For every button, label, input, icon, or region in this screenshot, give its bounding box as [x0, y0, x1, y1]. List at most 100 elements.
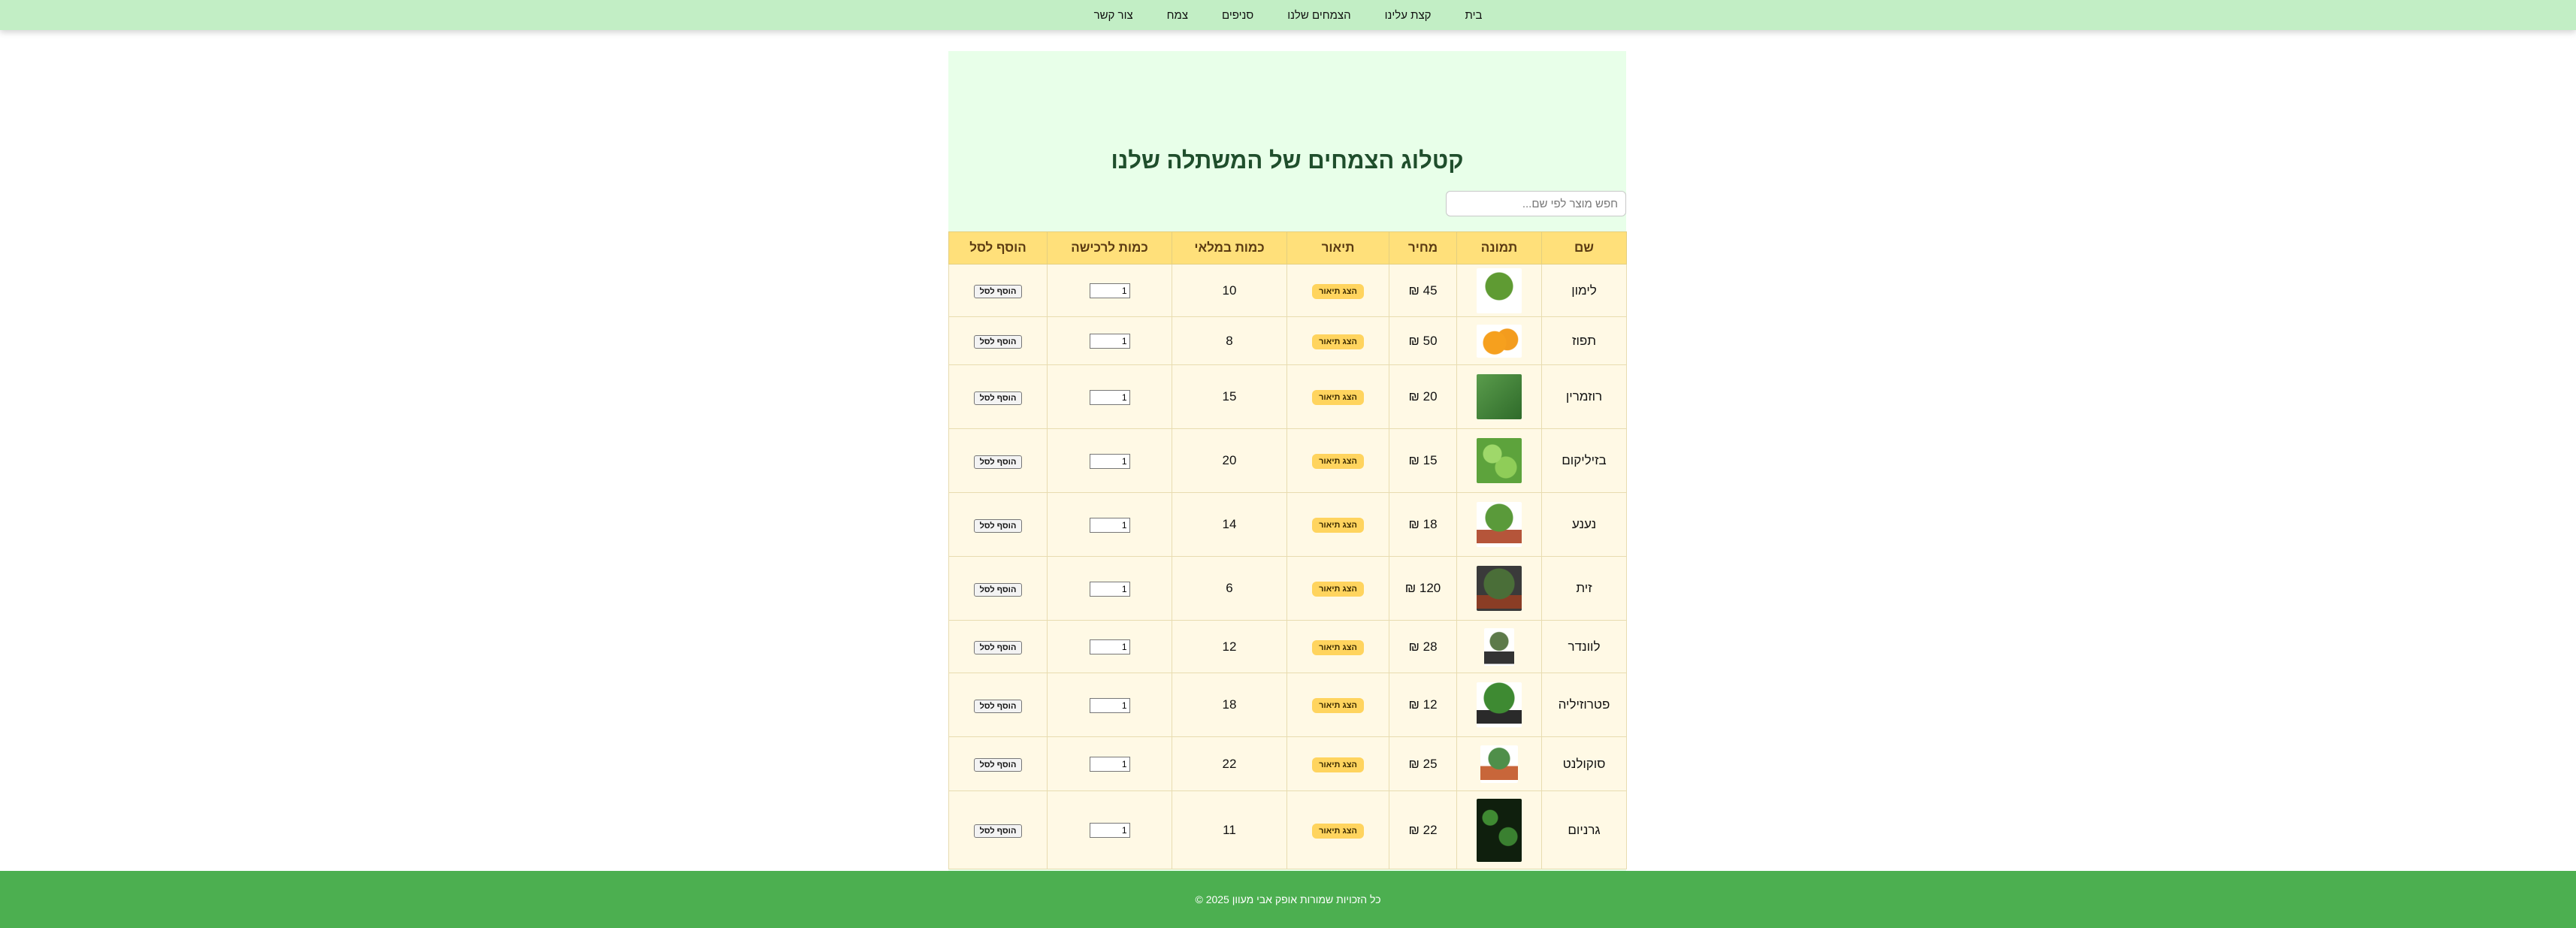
products-table: שם תמונה מחיר תיאור כמות במלאי כמות לרכי…	[948, 231, 1627, 869]
top-navigation: בית קצת עלינו הצמחים שלנו סניפים צמח צור…	[0, 0, 2576, 30]
product-price: 15 ₪	[1389, 428, 1457, 493]
add-to-cart-button[interactable]: הוסף לסל	[973, 335, 1023, 349]
nav-contact[interactable]: צור קשר	[1094, 9, 1133, 22]
quantity-input[interactable]	[1089, 639, 1130, 654]
header-price: מחיר	[1389, 231, 1457, 264]
add-to-cart-button[interactable]: הוסף לסל	[973, 518, 1023, 533]
show-description-button[interactable]: הצג תיאור	[1312, 390, 1364, 405]
product-price: 120 ₪	[1389, 556, 1457, 621]
show-description-button[interactable]: הצג תיאור	[1312, 454, 1364, 469]
product-name: לוונדר	[1541, 620, 1627, 673]
product-name: גרניום	[1541, 790, 1627, 869]
product-stock: 14	[1172, 492, 1287, 557]
product-price: 18 ₪	[1389, 492, 1457, 557]
nav-our-plants[interactable]: הצמחים שלנו	[1287, 9, 1350, 22]
search-input[interactable]	[1446, 191, 1626, 216]
header-image: תמונה	[1456, 231, 1542, 264]
page-footer: כל הזכויות שמורות אופק אבי מעוון 2025 ©	[0, 871, 2576, 928]
olive-tree-icon	[1477, 566, 1522, 611]
succulent-icon	[1480, 745, 1518, 783]
product-price: 45 ₪	[1389, 264, 1457, 317]
table-row: זית 120 ₪ הצג תיאור 6 הוסף לסל	[948, 556, 1627, 621]
add-to-cart-button[interactable]: הוסף לסל	[973, 285, 1023, 298]
show-description-button[interactable]: הצג תיאור	[1312, 823, 1364, 839]
table-row: לימון 45 ₪ הצג תיאור 10 הוסף לסל	[948, 264, 1627, 317]
product-name: בזיליקום	[1541, 428, 1627, 493]
table-row: לוונדר 28 ₪ הצג תיאור 12 הוסף לסל	[948, 620, 1627, 673]
add-to-cart-button[interactable]: הוסף לסל	[973, 758, 1023, 772]
copyright-text: כל הזכויות שמורות אופק אבי מעוון 2025 ©	[1195, 893, 1381, 905]
geranium-icon	[1477, 798, 1522, 862]
add-to-cart-button[interactable]: הוסף לסל	[973, 455, 1023, 469]
add-to-cart-button[interactable]: הוסף לסל	[973, 641, 1023, 654]
quantity-input[interactable]	[1089, 453, 1130, 469]
product-name: רוזמרין	[1541, 364, 1627, 429]
table-row: תפוז 50 ₪ הצג תיאור 8 הוסף לסל	[948, 316, 1627, 365]
quantity-input[interactable]	[1089, 389, 1130, 405]
parsley-icon	[1477, 682, 1522, 727]
quantity-input[interactable]	[1089, 517, 1130, 533]
product-stock: 15	[1172, 364, 1287, 429]
quantity-input[interactable]	[1089, 757, 1130, 772]
product-name: נענע	[1541, 492, 1627, 557]
product-stock: 6	[1172, 556, 1287, 621]
show-description-button[interactable]: הצג תיאור	[1312, 283, 1364, 299]
product-name: לימון	[1541, 264, 1627, 317]
product-price: 25 ₪	[1389, 736, 1457, 791]
lemon-tree-icon	[1477, 268, 1522, 313]
catalog-panel: קטלוג הצמחים של המשתלה שלנו שם תמונה מחי…	[948, 51, 1627, 878]
orange-fruit-icon	[1477, 324, 1522, 358]
product-stock: 12	[1172, 620, 1287, 673]
product-price: 20 ₪	[1389, 364, 1457, 429]
header-description: תיאור	[1286, 231, 1389, 264]
product-name: תפוז	[1541, 316, 1627, 365]
add-to-cart-button[interactable]: הוסף לסל	[973, 699, 1023, 713]
show-description-button[interactable]: הצג תיאור	[1312, 757, 1364, 772]
show-description-button[interactable]: הצג תיאור	[1312, 334, 1364, 349]
product-price: 50 ₪	[1389, 316, 1457, 365]
quantity-input[interactable]	[1089, 697, 1130, 713]
product-price: 22 ₪	[1389, 790, 1457, 869]
add-to-cart-button[interactable]: הוסף לסל	[973, 582, 1023, 597]
quantity-input[interactable]	[1089, 823, 1130, 838]
show-description-button[interactable]: הצג תיאור	[1312, 639, 1364, 655]
nav-branches[interactable]: סניפים	[1222, 9, 1253, 22]
show-description-button[interactable]: הצג תיאור	[1312, 698, 1364, 713]
nav-about[interactable]: קצת עלינו	[1385, 9, 1432, 22]
table-row: סוקולנט 25 ₪ הצג תיאור 22 הוסף לסל	[948, 736, 1627, 791]
quantity-input[interactable]	[1089, 334, 1130, 349]
add-to-cart-button[interactable]: הוסף לסל	[973, 824, 1023, 838]
mint-pot-icon	[1477, 502, 1522, 547]
nav-home[interactable]: בית	[1465, 9, 1483, 22]
rosemary-icon	[1477, 374, 1522, 419]
table-row: גרניום 22 ₪ הצג תיאור 11 הוסף לסל	[948, 790, 1627, 869]
product-stock: 10	[1172, 264, 1287, 317]
table-row: נענע 18 ₪ הצג תיאור 14 הוסף לסל	[948, 492, 1627, 557]
product-price: 12 ₪	[1389, 673, 1457, 737]
table-row: רוזמרין 20 ₪ הצג תיאור 15 הוסף לסל	[948, 364, 1627, 429]
product-stock: 8	[1172, 316, 1287, 365]
table-header-row: שם תמונה מחיר תיאור כמות במלאי כמות לרכי…	[948, 231, 1627, 264]
table-row: בזיליקום 15 ₪ הצג תיאור 20 הוסף לסל	[948, 428, 1627, 493]
product-name: סוקולנט	[1541, 736, 1627, 791]
header-stock: כמות במלאי	[1172, 231, 1287, 264]
add-to-cart-button[interactable]: הוסף לסל	[973, 391, 1023, 405]
lavender-icon	[1484, 627, 1514, 666]
product-stock: 20	[1172, 428, 1287, 493]
header-name: שם	[1541, 231, 1627, 264]
quantity-input[interactable]	[1089, 283, 1130, 298]
nav-plant[interactable]: צמח	[1167, 9, 1188, 22]
header-quantity: כמות לרכישה	[1047, 231, 1172, 264]
product-stock: 11	[1172, 790, 1287, 869]
product-stock: 22	[1172, 736, 1287, 791]
basil-icon	[1477, 438, 1522, 483]
show-description-button[interactable]: הצג תיאור	[1312, 518, 1364, 533]
show-description-button[interactable]: הצג תיאור	[1312, 582, 1364, 597]
product-name: פטרוזיליה	[1541, 673, 1627, 737]
product-name: זית	[1541, 556, 1627, 621]
quantity-input[interactable]	[1089, 581, 1130, 597]
header-add-to-cart: הוסף לסל	[948, 231, 1048, 264]
product-stock: 18	[1172, 673, 1287, 737]
product-price: 28 ₪	[1389, 620, 1457, 673]
table-row: פטרוזיליה 12 ₪ הצג תיאור 18 הוסף לסל	[948, 673, 1627, 737]
